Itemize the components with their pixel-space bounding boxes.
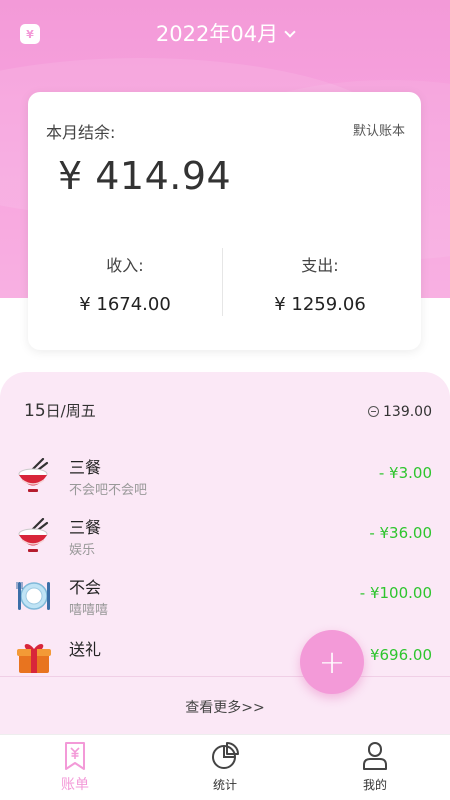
expense-amount: ¥ 1259.06	[274, 294, 366, 315]
expense-summary: 支出: ¥ 1259.06	[223, 252, 417, 315]
chevron-down-icon	[284, 26, 296, 38]
balance-card: 本月结余: 默认账本 ¥ 414.94 收入: ¥ 1674.00 支出: ¥ …	[28, 92, 421, 350]
transaction-note: 嘻嘻嘻	[69, 603, 109, 618]
transaction-amount: - ¥100.00	[359, 584, 432, 602]
income-label: 收入:	[106, 256, 144, 275]
nav-item-stats[interactable]: 统计	[150, 735, 300, 800]
day-number: 15	[24, 401, 46, 421]
add-record-button[interactable]: +	[300, 630, 364, 694]
pie-chart-icon	[212, 742, 239, 769]
day-total-value: 139.00	[383, 404, 432, 420]
expense-label: 支出:	[301, 256, 339, 275]
minus-circle-icon	[368, 406, 379, 417]
divider	[0, 676, 450, 677]
transaction-category: 送礼	[69, 640, 102, 659]
day-total: 139.00	[368, 404, 432, 420]
dining-plate-icon	[16, 582, 50, 610]
month-label: 2022年04月	[155, 22, 279, 46]
rice-bowl-icon	[18, 458, 49, 492]
nav-label: 统计	[212, 778, 237, 792]
view-more-link[interactable]: 查看更多>>	[0, 697, 450, 717]
transaction-amount: - ¥3.00	[378, 464, 432, 482]
transaction-note: 娱乐	[69, 543, 96, 558]
day-header: 15日/周五	[24, 400, 96, 421]
transaction-amount: - ¥36.00	[369, 524, 432, 542]
month-selector[interactable]: 2022年04月	[0, 18, 450, 48]
balance-label: 本月结余:	[46, 123, 116, 142]
transaction-category: 不会	[69, 578, 102, 597]
income-amount: ¥ 1674.00	[79, 294, 171, 315]
nav-label: 我的	[362, 778, 387, 792]
day-weekday: 日/周五	[45, 402, 96, 420]
transaction-category: 三餐	[69, 458, 102, 477]
bill-icon	[65, 742, 85, 770]
nav-item-bill[interactable]: 账单	[0, 735, 150, 800]
gift-icon	[17, 644, 51, 673]
income-summary: 收入: ¥ 1674.00	[28, 252, 222, 315]
transaction-row[interactable]: 不会 嘻嘻嘻 - ¥100.00	[0, 572, 450, 632]
transaction-list-panel: 15日/周五 139.00 三餐 不会吧不会吧 - ¥3.00 三餐 娱乐 - …	[0, 372, 450, 734]
balance-amount: ¥ 414.94	[58, 154, 232, 198]
transaction-row[interactable]: 三餐 娱乐 - ¥36.00	[0, 512, 450, 572]
user-icon	[363, 742, 387, 770]
rice-bowl-icon	[18, 518, 49, 552]
transaction-row[interactable]: 送礼 ¥696.00	[0, 634, 450, 694]
nav-label: 账单	[61, 777, 89, 793]
transaction-category: 三餐	[69, 518, 102, 537]
nav-item-profile[interactable]: 我的	[300, 735, 450, 800]
transaction-row[interactable]: 三餐 不会吧不会吧 - ¥3.00	[0, 452, 450, 512]
ledger-selector[interactable]: 默认账本	[353, 120, 405, 139]
bottom-nav: 账单 统计 我的	[0, 734, 450, 800]
transaction-amount: ¥696.00	[369, 646, 432, 664]
transaction-note: 不会吧不会吧	[69, 483, 148, 498]
